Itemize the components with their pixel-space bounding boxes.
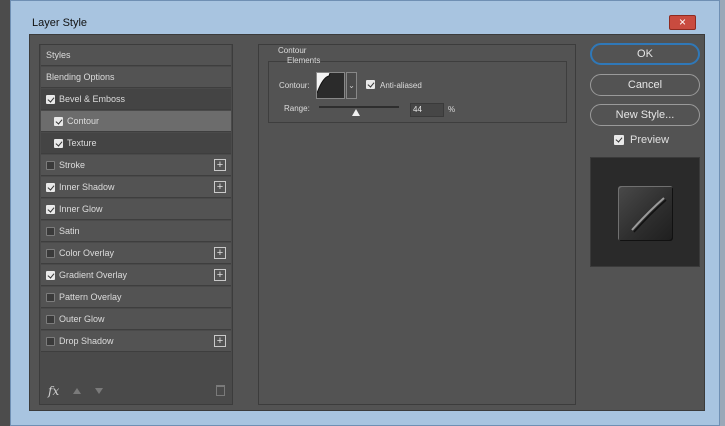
- list-item-label: Inner Glow: [59, 204, 103, 214]
- list-item-inner-glow[interactable]: Inner Glow: [41, 199, 231, 220]
- list-item-blending-options[interactable]: Blending Options: [41, 67, 231, 88]
- list-item-color-overlay[interactable]: Color Overlay +: [41, 243, 231, 264]
- anti-aliased-checkbox[interactable]: [366, 80, 375, 89]
- styles-list: Styles Blending Options Bevel & Emboss C…: [39, 44, 233, 405]
- list-item-pattern-overlay[interactable]: Pattern Overlay: [41, 287, 231, 308]
- list-item-contour[interactable]: Contour: [41, 111, 231, 132]
- inner-shadow-checkbox[interactable]: [46, 182, 55, 192]
- stroke-checkbox[interactable]: [46, 160, 55, 170]
- cancel-button[interactable]: Cancel: [590, 74, 700, 96]
- list-item-label: Pattern Overlay: [59, 292, 122, 302]
- list-item-bevel-emboss[interactable]: Bevel & Emboss: [41, 89, 231, 110]
- bevel-emboss-checkbox[interactable]: [46, 94, 55, 104]
- contour-dropdown[interactable]: ⌄: [346, 72, 357, 99]
- list-item-label: Bevel & Emboss: [59, 94, 126, 104]
- range-label: Range:: [284, 104, 310, 113]
- add-drop-shadow-button[interactable]: +: [214, 335, 226, 347]
- range-input[interactable]: 44: [410, 103, 444, 117]
- close-button[interactable]: ×: [669, 15, 696, 30]
- list-item-label: Inner Shadow: [59, 182, 115, 192]
- texture-checkbox[interactable]: [54, 138, 63, 148]
- list-item-label: Contour: [67, 116, 100, 126]
- drop-shadow-checkbox[interactable]: [46, 336, 55, 346]
- list-item-label: Gradient Overlay: [59, 270, 128, 280]
- trash-icon[interactable]: [216, 385, 225, 396]
- add-inner-shadow-button[interactable]: +: [214, 181, 226, 193]
- group-title: Elements: [287, 56, 321, 65]
- section-title: Contour: [278, 46, 307, 55]
- list-item-label: Blending Options: [46, 72, 115, 82]
- move-up-icon[interactable]: [73, 388, 81, 394]
- move-down-icon[interactable]: [95, 388, 103, 394]
- list-item-label: Styles: [46, 50, 71, 60]
- chevron-down-icon: ⌄: [348, 81, 355, 90]
- list-item-styles[interactable]: Styles: [41, 45, 231, 66]
- add-color-overlay-button[interactable]: +: [214, 247, 226, 259]
- layer-style-dialog: Layer Style × Styles Blending Options Be…: [10, 0, 720, 426]
- add-stroke-button[interactable]: +: [214, 159, 226, 171]
- range-unit: %: [448, 105, 456, 114]
- list-item-inner-shadow[interactable]: Inner Shadow +: [41, 177, 231, 198]
- list-item-label: Satin: [59, 226, 80, 236]
- dialog-body: Styles Blending Options Bevel & Emboss C…: [29, 34, 705, 411]
- list-item-label: Color Overlay: [59, 248, 115, 258]
- contour-picker[interactable]: [316, 72, 345, 99]
- contour-curve-icon: [317, 73, 344, 98]
- color-overlay-checkbox[interactable]: [46, 248, 55, 258]
- new-style-button[interactable]: New Style...: [590, 104, 700, 126]
- list-item-gradient-overlay[interactable]: Gradient Overlay +: [41, 265, 231, 286]
- list-item-label: Drop Shadow: [59, 336, 114, 346]
- preview-swatch: [618, 186, 673, 241]
- inner-glow-checkbox[interactable]: [46, 204, 55, 214]
- dialog-title: Layer Style: [32, 17, 88, 29]
- anti-aliased-label: Anti-aliased: [380, 81, 422, 90]
- ok-button[interactable]: OK: [590, 43, 700, 65]
- range-slider-track[interactable]: [319, 106, 399, 108]
- list-item-stroke[interactable]: Stroke +: [41, 155, 231, 176]
- preview-bevel-icon: [631, 197, 667, 233]
- contour-checkbox[interactable]: [54, 116, 63, 126]
- list-item-drop-shadow[interactable]: Drop Shadow +: [41, 331, 231, 352]
- list-item-label: Outer Glow: [59, 314, 105, 324]
- add-gradient-overlay-button[interactable]: +: [214, 269, 226, 281]
- list-item-outer-glow[interactable]: Outer Glow: [41, 309, 231, 330]
- contour-label: Contour:: [279, 81, 310, 90]
- gradient-overlay-checkbox[interactable]: [46, 270, 55, 280]
- list-item-label: Texture: [67, 138, 97, 148]
- list-item-satin[interactable]: Satin: [41, 221, 231, 242]
- styles-list-footer: fx: [41, 380, 231, 404]
- style-preview: [590, 157, 700, 267]
- background-window-edge: [0, 0, 10, 426]
- preview-checkbox[interactable]: [614, 135, 624, 145]
- outer-glow-checkbox[interactable]: [46, 314, 55, 324]
- satin-checkbox[interactable]: [46, 226, 55, 236]
- title-bar: Layer Style ×: [11, 1, 719, 31]
- preview-label: Preview: [630, 134, 670, 146]
- fx-menu-button[interactable]: fx: [48, 384, 59, 398]
- contour-settings-panel: Contour Elements Contour: ⌄ Anti-aliased…: [258, 44, 576, 405]
- range-slider-thumb[interactable]: [352, 109, 360, 116]
- pattern-overlay-checkbox[interactable]: [46, 292, 55, 302]
- list-item-texture[interactable]: Texture: [41, 133, 231, 154]
- list-item-label: Stroke: [59, 160, 86, 170]
- close-icon: ×: [678, 15, 686, 29]
